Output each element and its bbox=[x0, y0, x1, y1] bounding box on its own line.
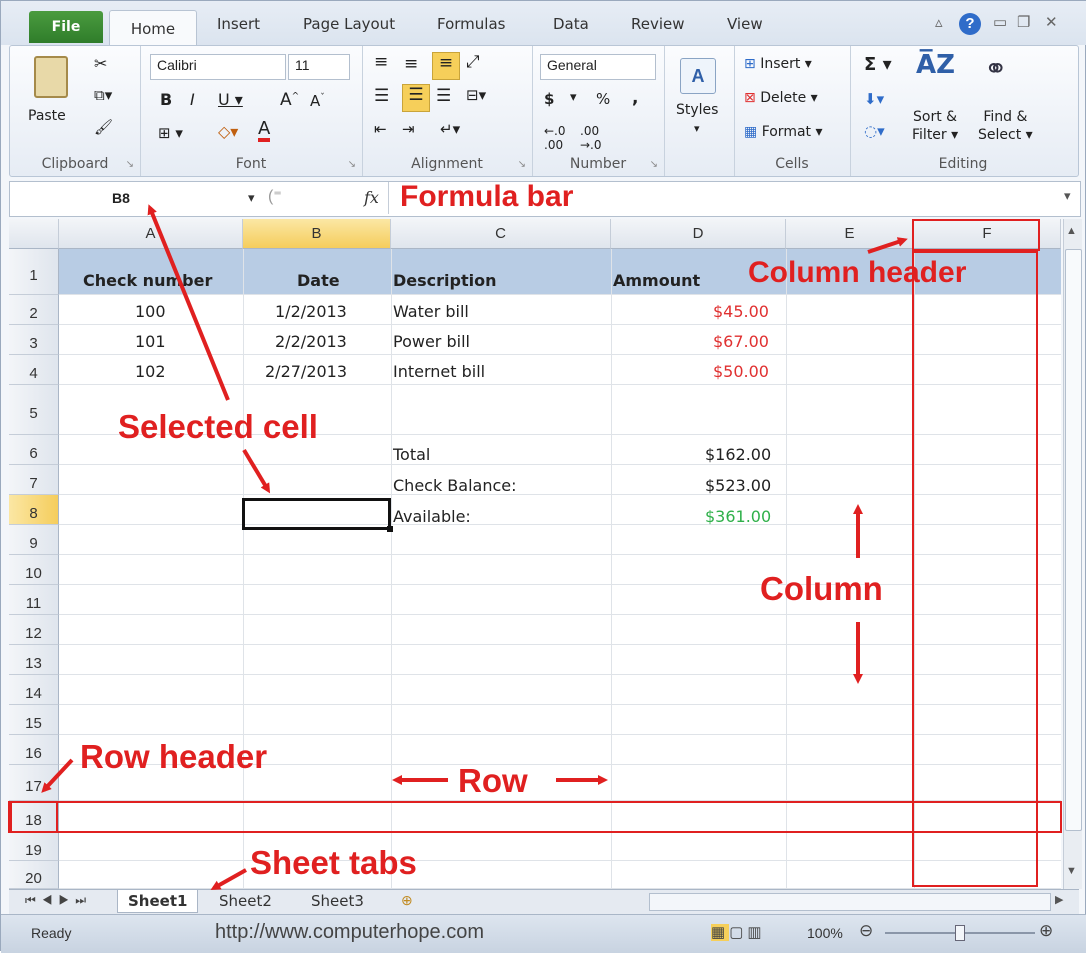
arrow-to-sheet-tabs bbox=[210, 868, 247, 890]
arrow-to-selected-cell bbox=[242, 448, 271, 494]
arrow-to-column-header bbox=[867, 237, 908, 254]
annotation-arrows bbox=[41, 204, 908, 890]
arrow-to-name-box bbox=[147, 204, 230, 401]
arrow-to-row-header bbox=[41, 758, 74, 793]
